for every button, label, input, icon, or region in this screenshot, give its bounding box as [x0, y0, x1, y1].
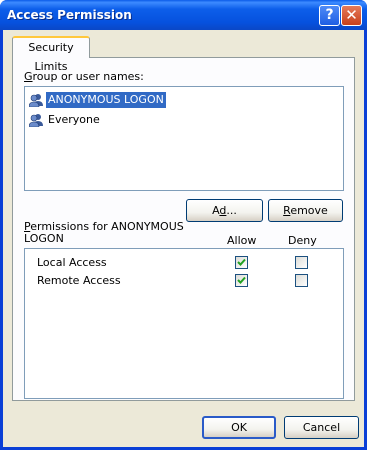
deny-local-access-checkbox[interactable]	[295, 256, 308, 269]
checkmark-icon	[237, 258, 246, 266]
close-button[interactable]: ✕	[341, 5, 362, 26]
tab-security-limits[interactable]: Security Limits	[12, 36, 90, 73]
list-item-everyone[interactable]: Everyone	[28, 112, 342, 128]
list-item-anonymous-logon[interactable]: ANONYMOUS LOGON	[28, 92, 342, 108]
deny-remote-access-checkbox[interactable]	[295, 274, 308, 287]
title-bar[interactable]: Access Permission ? ✕	[0, 0, 367, 30]
group-names-label: Group or user names:	[24, 70, 144, 83]
permissions-list: Local Access Remote Access	[24, 248, 344, 399]
permission-row-label: Remote Access	[37, 274, 121, 287]
deny-column-header: Deny	[288, 234, 317, 247]
permission-row-label: Local Access	[37, 256, 107, 269]
cancel-button[interactable]: Cancel	[284, 416, 359, 439]
permissions-label: Permissions for ANONYMOUS LOGON	[24, 220, 184, 245]
allow-column-header: Allow	[227, 234, 257, 247]
checkmark-icon	[237, 276, 246, 284]
list-item-label: ANONYMOUS LOGON	[46, 92, 166, 108]
allow-local-access-checkbox[interactable]	[235, 256, 248, 269]
remove-button[interactable]: Remove	[268, 199, 343, 222]
window-title: Access Permission	[7, 8, 132, 22]
allow-remote-access-checkbox[interactable]	[235, 274, 248, 287]
user-group-icon	[29, 94, 43, 107]
user-group-icon	[29, 114, 43, 127]
ok-button[interactable]: OK	[202, 416, 276, 439]
group-user-listbox[interactable]: ANONYMOUS LOGON Everyone	[24, 86, 344, 191]
add-button[interactable]: Ad...	[186, 199, 263, 222]
list-item-label: Everyone	[48, 113, 100, 126]
help-button[interactable]: ?	[319, 5, 340, 26]
